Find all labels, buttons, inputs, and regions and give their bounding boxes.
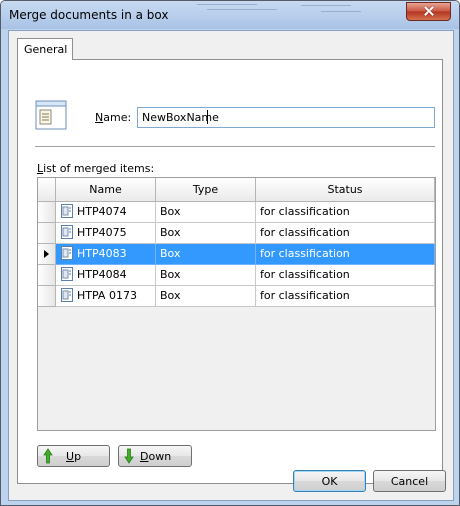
cell-status: for classification: [256, 202, 435, 223]
ok-button[interactable]: OK: [293, 470, 366, 492]
merged-items-label: List of merged items:: [37, 162, 155, 175]
column-header-type[interactable]: Type: [156, 178, 256, 202]
up-button[interactable]: Up: [37, 445, 110, 467]
title-bar[interactable]: Merge documents in a box: [1, 1, 459, 29]
document-icon: [61, 288, 73, 302]
tab-page-general: Name: List of merged items: Name Type St…: [17, 59, 443, 484]
title-bar-reflection: [197, 1, 277, 15]
arrow-up-icon: [43, 448, 53, 464]
cell-name: HTP4075: [56, 223, 156, 244]
document-icon: [61, 225, 73, 239]
document-icon: [61, 267, 73, 281]
cell-status: for classification: [256, 265, 435, 286]
current-row-indicator-icon: [44, 250, 49, 258]
dialog-client-area: General Name: List of merged items: Name…: [8, 30, 454, 501]
tab-general-label: General: [24, 43, 68, 56]
table-row-selected[interactable]: HTP4083 Box for classification: [38, 244, 435, 265]
table-row[interactable]: HTP4075 Box for classification: [38, 223, 435, 244]
window-title: Merge documents in a box: [9, 8, 169, 22]
title-bar-reflection-2: [301, 1, 381, 15]
table-row[interactable]: HTP4084 Box for classification: [38, 265, 435, 286]
column-header-status[interactable]: Status: [256, 178, 435, 202]
table-row[interactable]: HTPA 0173 Box for classification: [38, 286, 435, 307]
table-row[interactable]: HTP4074 Box for classification: [38, 202, 435, 223]
cell-name: HTPA 0173: [56, 286, 156, 307]
cancel-button[interactable]: Cancel: [373, 470, 446, 492]
cell-name: HTP4083: [56, 244, 156, 265]
cell-type: Box: [156, 202, 256, 223]
box-icon: [35, 100, 67, 130]
cell-name: HTP4074: [56, 202, 156, 223]
tab-general[interactable]: General: [17, 38, 73, 60]
row-header[interactable]: [38, 202, 56, 223]
down-button[interactable]: Down: [118, 445, 192, 467]
grid-header-corner: [38, 178, 56, 202]
close-button[interactable]: [406, 2, 451, 21]
row-header[interactable]: [38, 223, 56, 244]
text-caret: [207, 110, 208, 124]
arrow-down-icon: [124, 448, 134, 464]
name-input[interactable]: [137, 107, 435, 128]
name-label: Name:: [95, 111, 132, 124]
cell-type: Box: [156, 223, 256, 244]
cell-status: for classification: [256, 286, 435, 307]
cell-type: Box: [156, 244, 256, 265]
cell-status: for classification: [256, 223, 435, 244]
merged-items-grid[interactable]: Name Type Status HTP4074 Box for classif…: [37, 177, 436, 431]
row-header[interactable]: [38, 244, 56, 265]
cell-name: HTP4084: [56, 265, 156, 286]
document-icon: [61, 246, 73, 260]
cell-status: for classification: [256, 244, 435, 265]
cell-type: Box: [156, 286, 256, 307]
row-header[interactable]: [38, 265, 56, 286]
dialog-window: Merge documents in a box General Name: L…: [0, 0, 460, 506]
document-icon: [61, 204, 73, 218]
separator-line: [35, 146, 435, 150]
column-header-name[interactable]: Name: [56, 178, 156, 202]
row-header[interactable]: [38, 286, 56, 307]
close-icon: [424, 6, 434, 16]
cell-type: Box: [156, 265, 256, 286]
